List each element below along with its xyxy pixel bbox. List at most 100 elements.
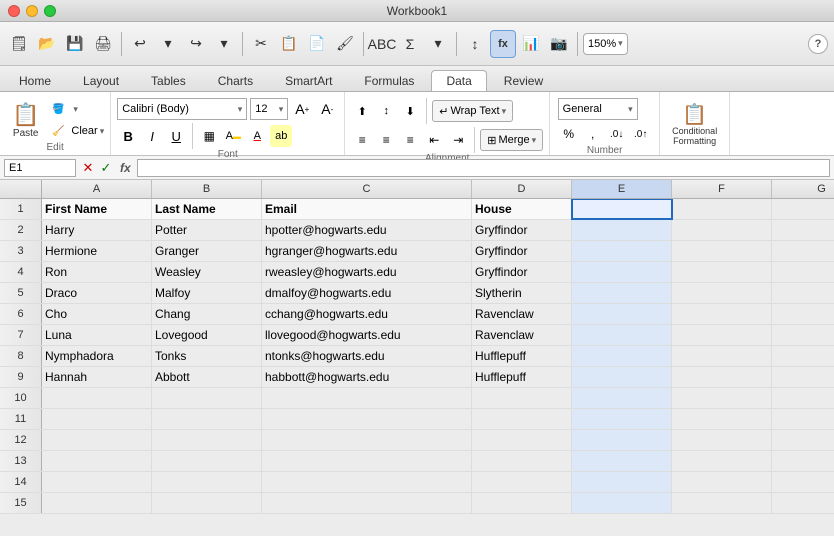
maximize-button[interactable] — [44, 5, 56, 17]
cell-g3[interactable] — [772, 241, 834, 261]
cell-c13[interactable] — [262, 451, 472, 471]
row-header[interactable]: 15 — [0, 493, 42, 513]
cell-e5[interactable] — [572, 283, 672, 303]
cell-d1[interactable]: House — [472, 199, 572, 219]
cell-g15[interactable] — [772, 493, 834, 513]
cell-c5[interactable]: dmalfoy@hogwarts.edu — [262, 283, 472, 303]
sort-button[interactable]: ↕ — [462, 30, 488, 58]
cell-f4[interactable] — [672, 262, 772, 282]
row-header[interactable]: 2 — [0, 220, 42, 240]
cell-f5[interactable] — [672, 283, 772, 303]
cell-g9[interactable] — [772, 367, 834, 387]
cell-g6[interactable] — [772, 304, 834, 324]
window-controls[interactable] — [8, 5, 56, 17]
help-button[interactable]: ? — [808, 34, 828, 54]
cell-c15[interactable] — [262, 493, 472, 513]
cell-e1[interactable] — [572, 199, 672, 219]
cell-c12[interactable] — [262, 430, 472, 450]
cell-f9[interactable] — [672, 367, 772, 387]
cell-d10[interactable] — [472, 388, 572, 408]
row-header[interactable]: 6 — [0, 304, 42, 324]
cell-e3[interactable] — [572, 241, 672, 261]
cell-d13[interactable] — [472, 451, 572, 471]
cell-d2[interactable]: Gryffindor — [472, 220, 572, 240]
cell-d15[interactable] — [472, 493, 572, 513]
cut-button[interactable]: ✂ — [248, 30, 274, 58]
cell-g1[interactable] — [772, 199, 834, 219]
cell-b15[interactable] — [152, 493, 262, 513]
col-header-c[interactable]: C — [262, 180, 472, 198]
cell-c10[interactable] — [262, 388, 472, 408]
align-middle-button[interactable]: ↕ — [375, 100, 397, 122]
bold-button[interactable]: B — [117, 125, 139, 147]
cell-a7[interactable]: Luna — [42, 325, 152, 345]
cell-a2[interactable]: Harry — [42, 220, 152, 240]
cell-e13[interactable] — [572, 451, 672, 471]
fill-color-button[interactable]: A▬ — [222, 125, 244, 147]
cell-b12[interactable] — [152, 430, 262, 450]
cell-a10[interactable] — [42, 388, 152, 408]
cell-a9[interactable]: Hannah — [42, 367, 152, 387]
undo-button[interactable]: ↩ — [127, 30, 153, 58]
cell-d9[interactable]: Hufflepuff — [472, 367, 572, 387]
indent-left-button[interactable]: ⇤ — [423, 129, 445, 151]
fill-button[interactable]: 🪣 — [47, 99, 69, 119]
cell-g10[interactable] — [772, 388, 834, 408]
cell-c4[interactable]: rweasley@hogwarts.edu — [262, 262, 472, 282]
cell-c6[interactable]: cchang@hogwarts.edu — [262, 304, 472, 324]
row-header[interactable]: 1 — [0, 199, 42, 219]
cell-b14[interactable] — [152, 472, 262, 492]
open-button[interactable]: 📂 — [34, 30, 60, 58]
function-button[interactable]: fx — [490, 30, 516, 58]
cell-d14[interactable] — [472, 472, 572, 492]
cell-e12[interactable] — [572, 430, 672, 450]
print-button[interactable]: 🖨 — [90, 30, 116, 58]
font-color-button[interactable]: A — [246, 125, 268, 147]
row-header[interactable]: 11 — [0, 409, 42, 429]
paste-button-large[interactable]: 📋 Paste — [6, 98, 45, 142]
cell-e14[interactable] — [572, 472, 672, 492]
row-header[interactable]: 12 — [0, 430, 42, 450]
cell-c1[interactable]: Email — [262, 199, 472, 219]
cell-g12[interactable] — [772, 430, 834, 450]
row-header[interactable]: 13 — [0, 451, 42, 471]
increase-font-button[interactable]: A+ — [291, 99, 313, 119]
align-bottom-button[interactable]: ⬇ — [399, 100, 421, 122]
align-right-button[interactable]: ≡ — [399, 129, 421, 151]
col-header-d[interactable]: D — [472, 180, 572, 198]
percent-button[interactable]: % — [558, 123, 580, 145]
insert-chart-button[interactable]: 📊 — [518, 30, 544, 58]
cell-f7[interactable] — [672, 325, 772, 345]
cell-f2[interactable] — [672, 220, 772, 240]
save-button[interactable]: 💾 — [62, 30, 88, 58]
tab-layout[interactable]: Layout — [68, 70, 134, 91]
cell-c2[interactable]: hpotter@hogwarts.edu — [262, 220, 472, 240]
cell-f15[interactable] — [672, 493, 772, 513]
row-header[interactable]: 3 — [0, 241, 42, 261]
tab-review[interactable]: Review — [489, 70, 558, 91]
cancel-formula-button[interactable]: ✕ — [80, 160, 96, 176]
cell-f12[interactable] — [672, 430, 772, 450]
cell-c8[interactable]: ntonks@hogwarts.edu — [262, 346, 472, 366]
cell-c14[interactable] — [262, 472, 472, 492]
cell-c11[interactable] — [262, 409, 472, 429]
col-header-b[interactable]: B — [152, 180, 262, 198]
new-button[interactable]: 🗒 — [6, 30, 32, 58]
cell-a3[interactable]: Hermione — [42, 241, 152, 261]
wrap-text-button[interactable]: ↵ Wrap Text ▾ — [432, 100, 513, 122]
cell-a8[interactable]: Nymphadora — [42, 346, 152, 366]
tab-home[interactable]: Home — [4, 70, 66, 91]
cell-g8[interactable] — [772, 346, 834, 366]
font-name-dropdown[interactable]: Calibri (Body) ▾ — [117, 98, 247, 120]
cell-d3[interactable]: Gryffindor — [472, 241, 572, 261]
cell-f1[interactable] — [672, 199, 772, 219]
cell-d6[interactable]: Ravenclaw — [472, 304, 572, 324]
border-button[interactable]: ▦ — [198, 125, 220, 147]
col-header-g[interactable]: G — [772, 180, 834, 198]
cell-b10[interactable] — [152, 388, 262, 408]
cell-a1[interactable]: First Name — [42, 199, 152, 219]
cell-d4[interactable]: Gryffindor — [472, 262, 572, 282]
conditional-formatting-button[interactable]: 📋 ConditionalFormatting — [667, 104, 722, 148]
cell-a4[interactable]: Ron — [42, 262, 152, 282]
decrease-decimal-button[interactable]: .0↓ — [606, 123, 628, 145]
